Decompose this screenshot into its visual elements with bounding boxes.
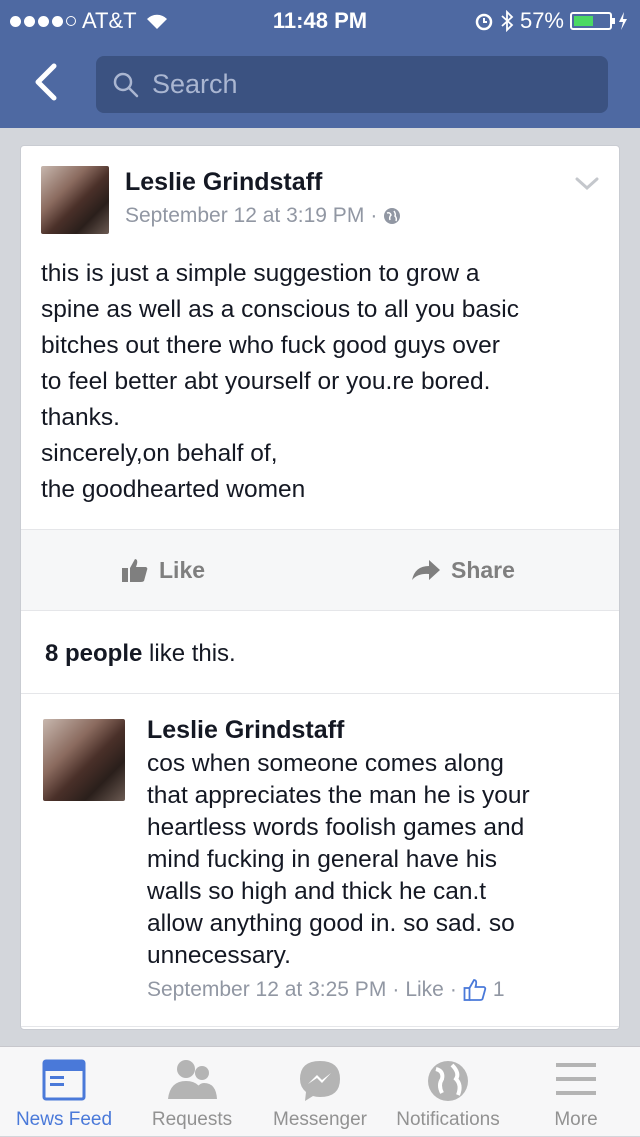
meta-separator: ·	[449, 978, 457, 1001]
post-actions-bar: Like Share	[21, 529, 619, 611]
header: AT&T 11:48 PM 57%	[0, 0, 640, 128]
search-icon	[113, 72, 139, 97]
tab-label: More	[554, 1109, 598, 1130]
post-author-name[interactable]: Leslie Grindstaff	[125, 168, 322, 197]
share-label: Share	[451, 556, 515, 583]
battery-percent: 57%	[519, 8, 564, 33]
post-card: Leslie Grindstaff September 12 at 3:19 P…	[20, 145, 620, 1030]
share-button[interactable]: Share	[411, 530, 515, 610]
charging-icon	[619, 12, 627, 30]
like-button[interactable]: Like	[121, 530, 205, 610]
menu-icon	[556, 1063, 596, 1095]
tab-label: Requests	[151, 1109, 233, 1130]
share-arrow-icon	[412, 560, 440, 580]
tab-bar: News Feed Requests Messenger Notificatio…	[0, 1046, 640, 1136]
post-meta: September 12 at 3:19 PM ·	[125, 204, 401, 228]
post-text: this is just a simple suggestion to grow…	[41, 260, 520, 503]
tab-label: Notifications	[396, 1109, 500, 1130]
bluetooth-icon	[501, 10, 514, 32]
public-globe-icon	[384, 208, 401, 224]
messenger-icon	[300, 1061, 340, 1101]
tab-news-feed[interactable]: News Feed	[0, 1047, 128, 1137]
comment-meta: September 12 at 3:25 PM · Like · 1	[147, 978, 505, 1002]
likes-suffix: like this.	[142, 640, 236, 667]
tab-notifications[interactable]: Notifications	[384, 1047, 512, 1137]
post-timestamp[interactable]: September 12 at 3:19 PM	[125, 204, 364, 228]
like-label: Like	[159, 556, 206, 583]
divider	[21, 1026, 619, 1027]
comment-author-avatar[interactable]	[43, 719, 125, 801]
comment-author-name[interactable]: Leslie Grindstaff	[147, 716, 344, 745]
thumbs-up-outline-icon	[463, 979, 487, 1001]
divider	[21, 693, 619, 694]
meta-separator: ·	[370, 204, 378, 227]
tab-label: Messenger	[273, 1109, 367, 1130]
likes-count: 8 people	[45, 640, 143, 667]
requests-icon	[168, 1060, 217, 1099]
search-input[interactable]	[150, 68, 594, 101]
tab-requests[interactable]: Requests	[128, 1047, 256, 1137]
search-field[interactable]	[96, 56, 608, 113]
meta-separator: ·	[392, 978, 400, 1001]
battery-icon	[570, 12, 615, 30]
post-author-avatar[interactable]	[41, 166, 109, 234]
battery-level-fill	[574, 16, 593, 26]
tab-messenger[interactable]: Messenger	[256, 1047, 384, 1137]
comment-like-count: 1	[492, 978, 505, 1001]
comment-timestamp: September 12 at 3:25 PM	[147, 978, 387, 1001]
thumbs-up-icon	[122, 559, 148, 582]
comment-text: cos when someone comes along that apprec…	[147, 750, 530, 969]
alarm-icon	[475, 13, 493, 31]
status-bar: AT&T 11:48 PM 57%	[0, 0, 640, 40]
tab-more[interactable]: More	[512, 1047, 640, 1137]
post-options-chevron-icon[interactable]	[575, 176, 599, 192]
news-feed-icon	[42, 1059, 86, 1101]
back-arrow-icon[interactable]	[28, 62, 68, 102]
likes-summary[interactable]: 8 people like this.	[45, 640, 236, 668]
globe-icon	[428, 1061, 468, 1101]
comment-like-link[interactable]: Like	[405, 978, 444, 1002]
